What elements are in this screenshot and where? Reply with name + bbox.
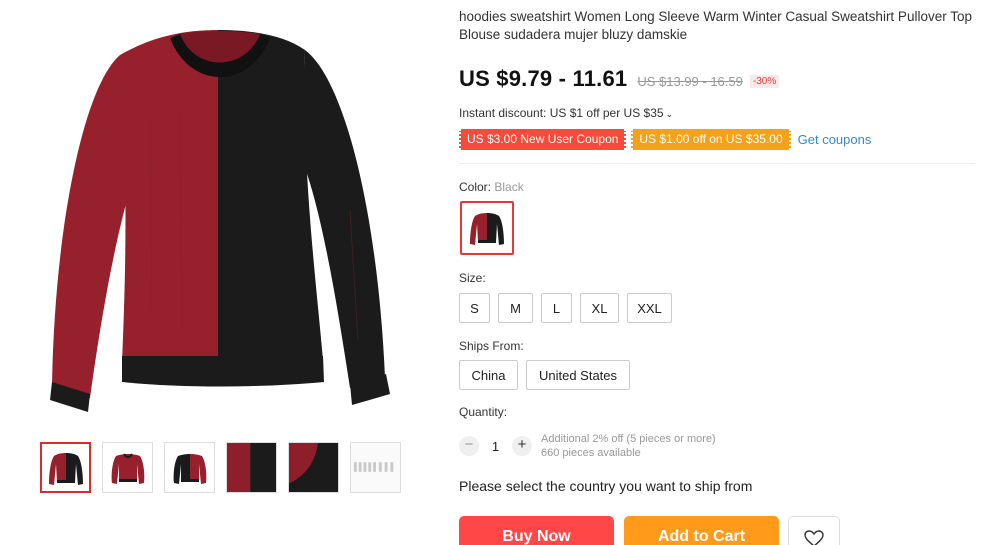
thumbnail-image (173, 453, 206, 484)
quantity-increment-button[interactable]: + (512, 436, 532, 456)
ships-from-united-states[interactable]: United States (526, 360, 630, 390)
size-label: Size: (459, 271, 486, 285)
size-option-s[interactable]: S (459, 293, 490, 323)
thumbnail-image (351, 443, 400, 492)
quantity-decrement-button[interactable]: − (459, 436, 479, 456)
color-option-black[interactable] (460, 201, 514, 255)
quantity-stepper: − 1 + Additional 2% off (5 pieces or mor… (459, 432, 716, 460)
instant-discount[interactable]: Instant discount: US $1 off per US $35 ⌄ (459, 106, 673, 120)
store-coupon[interactable]: US $1.00 off on US $35.00 (631, 129, 791, 150)
original-price: US $13.99 - 16.59 (637, 74, 743, 89)
size-option-xl[interactable]: XL (580, 293, 619, 323)
thumbnail-4[interactable] (226, 442, 277, 493)
buy-now-button[interactable]: Buy Now (459, 516, 614, 545)
selected-color: Black (494, 180, 524, 194)
quantity-input[interactable]: 1 (479, 439, 512, 454)
new-user-coupon[interactable]: US $3.00 New User Coupon (459, 129, 627, 150)
thumbnail-5[interactable] (288, 442, 339, 493)
thumbnail-image (289, 443, 338, 492)
ships-from-options: China United States (459, 360, 630, 390)
chevron-down-icon: ⌄ (665, 109, 674, 119)
color-label-text: Color: (459, 180, 492, 194)
divider (459, 163, 975, 164)
size-option-xxl[interactable]: XXL (627, 293, 672, 323)
thumbnail-6[interactable] (350, 442, 401, 493)
quantity-label: Quantity: (459, 405, 508, 419)
coupon-row: US $3.00 New User Coupon US $1.00 off on… (459, 129, 871, 150)
instant-discount-text: Instant discount: US $1 off per US $35 (459, 106, 664, 120)
bulk-discount-note: Additional 2% off (5 pieces or more) (541, 433, 716, 445)
size-option-l[interactable]: L (541, 293, 572, 323)
stock-available: 660 pieces available (541, 447, 641, 459)
color-swatch-image (470, 213, 504, 245)
price-row: US $9.79 - 11.61 US $13.99 - 16.59 -30% (459, 66, 780, 92)
get-coupons-link[interactable]: Get coupons (798, 132, 872, 147)
color-label: Color: Black (459, 180, 524, 194)
thumbnail-image (48, 452, 83, 485)
thumbnail-image (111, 452, 144, 484)
thumbnail-image (227, 443, 276, 492)
wishlist-button[interactable] (788, 516, 840, 545)
ships-from-label: Ships From: (459, 339, 524, 353)
quantity-note: Additional 2% off (5 pieces or more) 660… (541, 432, 716, 460)
thumbnail-3[interactable] (164, 442, 215, 493)
heart-icon (804, 530, 824, 545)
thumbnail-1[interactable] (40, 442, 91, 493)
sweatshirt-image (50, 30, 390, 412)
thumbnail-strip (40, 442, 401, 493)
product-title: hoodies sweatshirt Women Long Sleeve War… (459, 9, 972, 42)
current-price: US $9.79 - 11.61 (459, 66, 628, 91)
discount-badge: -30% (749, 75, 780, 88)
size-options: S M L XL XXL (459, 293, 672, 323)
main-product-image[interactable] (40, 10, 400, 420)
thumbnail-2[interactable] (102, 442, 153, 493)
size-option-m[interactable]: M (498, 293, 533, 323)
add-to-cart-button[interactable]: Add to Cart (624, 516, 779, 545)
shipping-message: Please select the country you want to sh… (459, 478, 753, 494)
ships-from-china[interactable]: China (459, 360, 518, 390)
